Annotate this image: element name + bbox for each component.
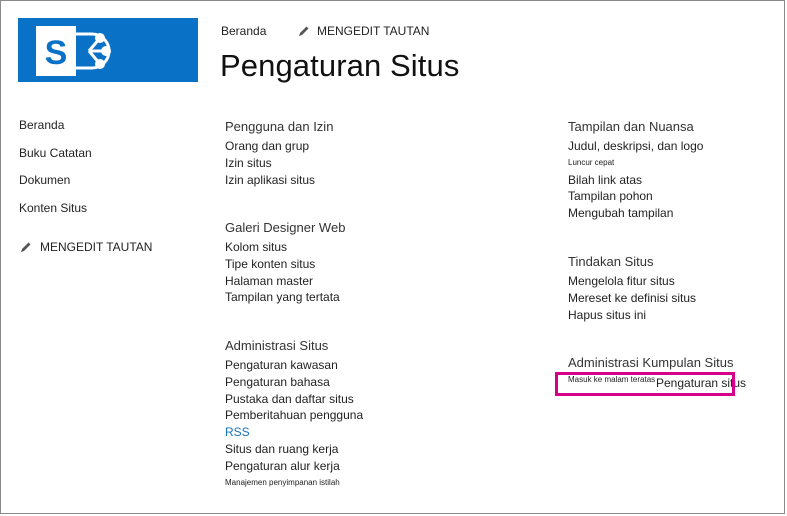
svg-text:S: S xyxy=(45,34,68,72)
section-users-permissions: Pengguna dan Izin Orang dan grup Izin si… xyxy=(225,119,333,188)
link-workflow-settings[interactable]: Pengaturan alur kerja xyxy=(225,458,363,475)
quick-launch-edit-links[interactable]: MENGEDIT TAUTAN xyxy=(20,240,152,254)
section-heading: Tindakan Situs xyxy=(568,254,654,269)
link-change-the-look[interactable]: Mengubah tampilan xyxy=(568,205,703,222)
link-site-permissions[interactable]: Izin situs xyxy=(225,155,333,172)
highlight-box xyxy=(555,372,735,396)
link-manage-site-features[interactable]: Mengelola fitur situs xyxy=(568,273,696,290)
link-site-content-types[interactable]: Tipe konten situs xyxy=(225,256,345,273)
quick-launch-item-home[interactable]: Beranda xyxy=(19,118,92,146)
top-nav-home[interactable]: Beranda xyxy=(221,24,266,38)
link-reset-site-definition[interactable]: Mereset ke definisi situs xyxy=(568,290,696,307)
sharepoint-icon: S xyxy=(36,26,111,76)
section-web-designer-galleries: Galeri Designer Web Kolom situs Tipe kon… xyxy=(225,220,345,306)
quick-launch-item-documents[interactable]: Dokumen xyxy=(19,173,92,201)
link-top-link-bar[interactable]: Bilah link atas xyxy=(568,172,703,189)
pencil-icon xyxy=(299,26,309,36)
pencil-icon xyxy=(21,242,31,252)
link-sites-workspaces[interactable]: Situs dan ruang kerja xyxy=(225,441,363,458)
section-heading: Administrasi Situs xyxy=(225,338,329,353)
link-composed-looks[interactable]: Tampilan yang tertata xyxy=(225,289,345,306)
section-heading: Administrasi Kumpulan Situs xyxy=(568,355,734,370)
link-site-app-permissions[interactable]: Izin aplikasi situs xyxy=(225,172,333,189)
top-nav-edit-links[interactable]: MENGEDIT TAUTAN xyxy=(298,24,429,38)
section-heading: Pengguna dan Izin xyxy=(225,119,334,134)
link-title-description-logo[interactable]: Judul, deskripsi, dan logo xyxy=(568,138,703,155)
section-site-actions: Tindakan Situs Mengelola fitur situs Mer… xyxy=(568,254,696,323)
page-title: Pengaturan Situs xyxy=(220,48,460,83)
link-user-alerts[interactable]: Pemberitahuan pengguna xyxy=(225,407,363,424)
edit-links-label: MENGEDIT TAUTAN xyxy=(40,240,153,254)
section-look-and-feel: Tampilan dan Nuansa Judul, deskripsi, da… xyxy=(568,119,703,222)
link-quick-launch[interactable]: Luncur cepat xyxy=(568,155,703,172)
section-heading: Tampilan dan Nuansa xyxy=(568,119,694,134)
sharepoint-logo[interactable]: S xyxy=(18,18,198,82)
link-tree-view[interactable]: Tampilan pohon xyxy=(568,188,703,205)
link-master-pages[interactable]: Halaman master xyxy=(225,273,345,290)
quick-launch-item-site-contents[interactable]: Konten Situs xyxy=(19,201,92,229)
quick-launch-item-notebook[interactable]: Buku Catatan xyxy=(19,146,92,174)
link-site-libraries-lists[interactable]: Pustaka dan daftar situs xyxy=(225,391,363,408)
link-delete-site[interactable]: Hapus situs ini xyxy=(568,307,696,324)
link-regional-settings[interactable]: Pengaturan kawasan xyxy=(225,357,363,374)
link-people-groups[interactable]: Orang dan grup xyxy=(225,138,333,155)
link-language-settings[interactable]: Pengaturan bahasa xyxy=(225,374,363,391)
edit-links-label: MENGEDIT TAUTAN xyxy=(317,24,430,38)
link-term-store-management[interactable]: Manajemen penyimpanan istilah xyxy=(225,475,363,492)
link-site-columns[interactable]: Kolom situs xyxy=(225,239,345,256)
quick-launch: Beranda Buku Catatan Dokumen Konten Situ… xyxy=(19,118,92,228)
section-site-administration: Administrasi Situs Pengaturan kawasan Pe… xyxy=(225,338,363,491)
section-heading: Galeri Designer Web xyxy=(225,220,346,235)
link-rss[interactable]: RSS xyxy=(225,424,363,441)
